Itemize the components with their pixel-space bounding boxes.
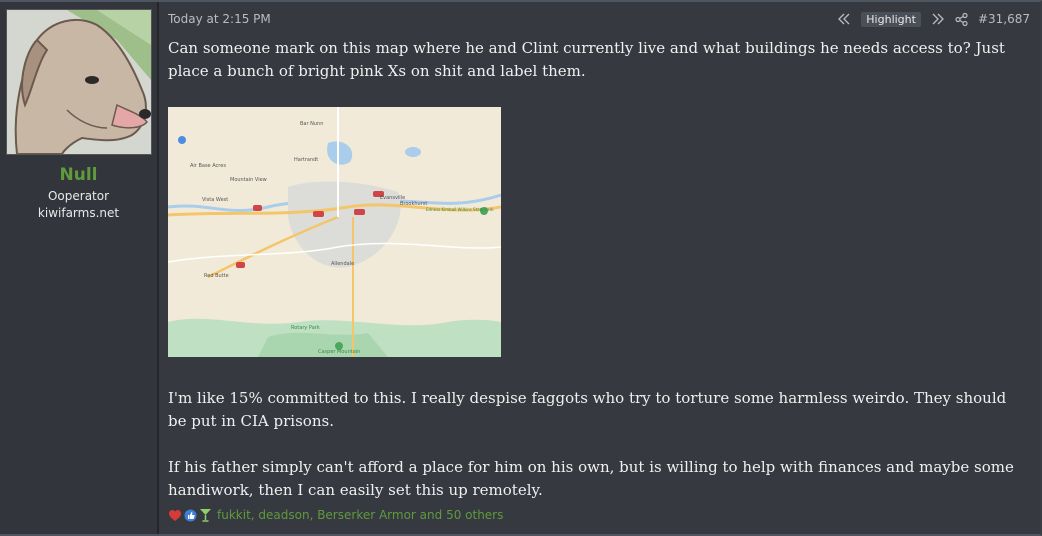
reaction-users-link[interactable]: fukkit, deadson, Berserker Armor and 50 …	[217, 508, 503, 522]
post-body: Can someone mark on this map where he an…	[168, 37, 1023, 502]
username[interactable]: Null	[60, 165, 98, 185]
map-label-air-base-acres: Air Base Acres	[190, 163, 226, 169]
map-label-red-butte: Red Butte	[204, 273, 229, 279]
map-label-vista-west: Vista West	[202, 197, 228, 203]
post-main: Today at 2:15 PM Highlight #31,687 Can s…	[159, 2, 1040, 534]
heart-reaction-icon	[169, 509, 181, 521]
avatar[interactable]	[5, 9, 152, 155]
previous-highlight-icon[interactable]	[837, 13, 851, 25]
share-icon[interactable]	[955, 12, 968, 26]
map-label-bar-nunn: Bar Nunn	[300, 121, 323, 127]
map-label-evansville: Evansville	[380, 195, 405, 201]
post-container: Null Ooperator kiwifarms.net Today at 2:…	[0, 0, 1042, 536]
map-label-rotary-park: Rotary Park	[291, 325, 320, 331]
post-paragraph-2: I'm like 15% committed to this. I really…	[168, 389, 1007, 430]
map-label-allendale: Allendale	[331, 261, 354, 267]
map-image[interactable]: Bar Nunn Hartrandt Air Base Acres Mounta…	[168, 107, 501, 357]
user-title: Ooperator	[47, 189, 110, 203]
post-paragraph-3: If his father simply can't afford a plac…	[168, 458, 1014, 499]
user-pane: Null Ooperator kiwifarms.net	[0, 2, 159, 534]
post-meta: Today at 2:15 PM Highlight #31,687	[168, 10, 1030, 28]
post-paragraph-1: Can someone mark on this map where he an…	[168, 39, 1005, 80]
thumbs-up-reaction-icon	[184, 509, 197, 521]
reactions-bar[interactable]: fukkit, deadson, Berserker Armor and 50 …	[168, 508, 503, 522]
map-label-brookhurst: Brookhurst	[400, 201, 427, 207]
cocktail-reaction-icon	[200, 509, 211, 522]
map-label-mountain-view: Mountain View	[230, 177, 267, 183]
user-banner: kiwifarms.net	[37, 206, 120, 220]
post-number-link[interactable]: #31,687	[978, 12, 1030, 26]
map-label-edness: Edness Kimball Wilkins State Park	[426, 207, 494, 212]
avatar-dog-image	[6, 10, 151, 154]
highlight-button[interactable]: Highlight	[861, 11, 921, 27]
map-label-hartrandt: Hartrandt	[294, 157, 318, 163]
map-label-casper-mountain: Casper Mountain	[318, 349, 360, 355]
next-highlight-icon[interactable]	[931, 13, 945, 25]
post-actions: Highlight #31,687	[837, 11, 1030, 27]
post-timestamp[interactable]: Today at 2:15 PM	[168, 12, 271, 26]
